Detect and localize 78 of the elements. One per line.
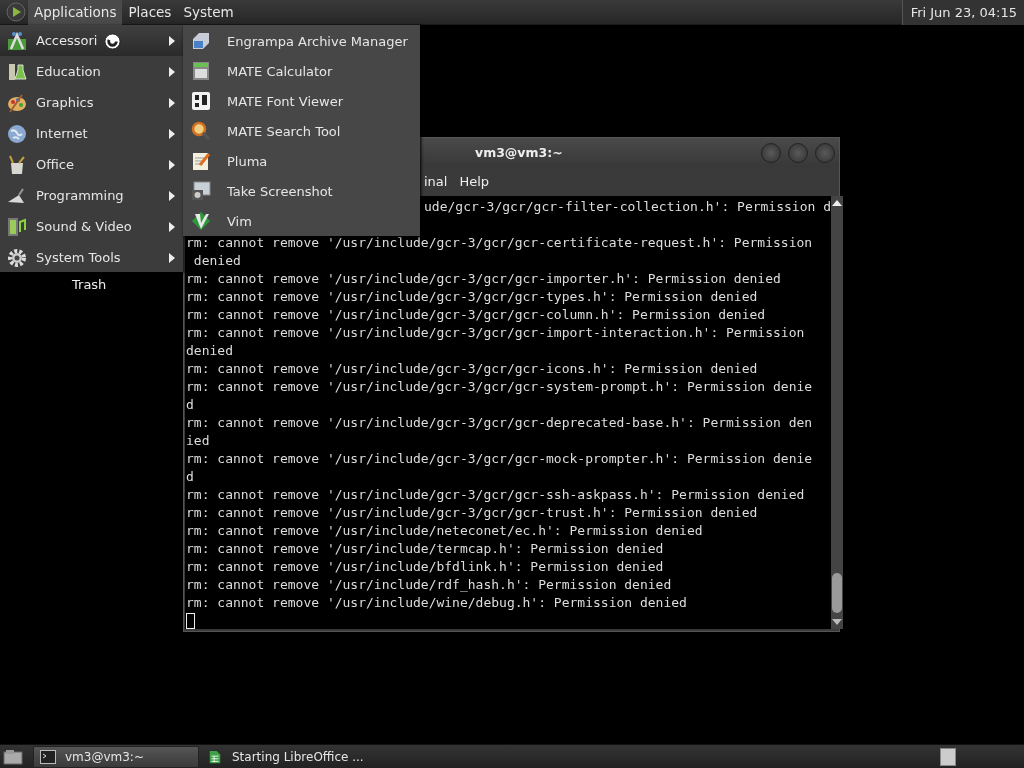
panel-menu[interactable]: Places: [122, 0, 178, 25]
globe-icon: [7, 123, 27, 144]
menu-item[interactable]: Help: [459, 174, 490, 189]
terminal-line: rm: cannot remove '/usr/include/neteconet/ec.h': Permission denied: [186, 522, 703, 540]
busy-cursor-icon: [104, 33, 121, 50]
terminal-line: d: [186, 468, 194, 486]
menu-item[interactable]: Programming: [0, 180, 183, 211]
palette-icon: [7, 92, 27, 113]
diamond-icon: [191, 211, 211, 231]
terminal-line: rm: cannot remove '/usr/include/gcr-3/gcr/gcr-system-prompt.h': Permission denie: [186, 378, 813, 396]
menu-item[interactable]: MATE Search Tool: [183, 116, 420, 146]
desktop-icon-label[interactable]: Trash: [72, 277, 107, 292]
menu-item[interactable]: Graphics: [0, 87, 183, 118]
submenu-arrow-icon: [169, 35, 175, 46]
terminal-line: rm: cannot remove '/usr/include/gcr-3/gcr/gcr-types.h': Permission denied: [186, 288, 758, 306]
terminal-line: rm: cannot remove '/usr/include/gcr-3/gcr/gcr-import-interaction.h': Permission: [186, 324, 805, 342]
terminal-line: denied: [192, 252, 241, 270]
terminal-line: rm: cannot remove '/usr/include/gcr-3/gcr/gcr-importer.h': Permission denied: [186, 270, 781, 288]
film-icon: [7, 216, 27, 237]
terminal-line: denied: [186, 342, 233, 360]
panel-menu[interactable]: System: [177, 0, 240, 25]
text-cursor: [186, 613, 195, 629]
submenu-arrow-icon: [169, 97, 175, 108]
calculator-icon: [191, 61, 211, 81]
taskbar-button[interactable]: Starting LibreOffice ...: [201, 745, 370, 768]
menu-item[interactable]: Take Screenshot: [183, 176, 420, 206]
submenu-arrow-icon: [169, 252, 175, 263]
window-title: vm3@vm3:~: [475, 145, 563, 160]
terminal-line: rm: cannot remove '/usr/include/bfdlink.h': Permission denied: [186, 558, 664, 576]
terminal-icon: [40, 749, 56, 764]
scroll-thumb[interactable]: [832, 573, 842, 613]
flask-icon: [7, 61, 27, 82]
cabinet-icon: [191, 31, 211, 51]
taskbar-button[interactable]: vm3@vm3:~: [33, 745, 199, 768]
terminal-line: rm: cannot remove '/usr/include/gcr-3/gcr/gcr-ssh-askpass.h': Permission denied: [186, 486, 805, 504]
scroll-down-icon[interactable]: [832, 619, 842, 625]
menu-item[interactable]: Education: [0, 56, 183, 87]
menu-item[interactable]: Office: [0, 149, 183, 180]
terminal-line: rm: cannot remove '/usr/include/gcr-3/gcr/gcr-icons.h': Permission denied: [186, 360, 758, 378]
terminal-line: rm: cannot remove '/usr/include/gcr-3/gcr/gcr-column.h': Permission denied: [186, 306, 766, 324]
scrollbar[interactable]: [831, 196, 843, 629]
menu-item[interactable]: Vim: [183, 206, 420, 236]
workspace-switcher[interactable]: [940, 747, 956, 766]
menu-item[interactable]: MATE Font Viewer: [183, 86, 420, 116]
terminal-line: ied: [186, 432, 210, 450]
submenu-arrow-icon: [169, 66, 175, 77]
menu-item[interactable]: Accessori: [0, 25, 183, 56]
terminal-line: rm: cannot remove '/usr/include/gcr-3/gcr/gcr-mock-prompter.h': Permission denie: [186, 450, 813, 468]
submenu-arrow-icon: [169, 190, 175, 201]
submenu-arrow-icon: [169, 159, 175, 170]
tools-icon: [7, 30, 27, 51]
terminal-line: ude/gcr-3/gcr/gcr-filter-collection.h': Permission d: [424, 198, 831, 216]
panel-menu[interactable]: Applications: [28, 0, 123, 25]
font-icon: [191, 91, 211, 111]
clock[interactable]: Fri Jun 23, 04:15: [901, 0, 1024, 25]
submenu-arrow-icon: [169, 221, 175, 232]
notepad-icon: [191, 151, 211, 171]
terminal-line: rm: cannot remove '/usr/include/gcr-3/gcr/gcr-deprecated-base.h': Permission den: [186, 414, 813, 432]
submenu-arrow-icon: [169, 128, 175, 139]
menu-item[interactable]: Internet: [0, 118, 183, 149]
camera-icon: [191, 181, 211, 201]
menu-item[interactable]: MATE Calculator: [183, 56, 420, 86]
gear-icon: [7, 247, 27, 268]
scroll-up-icon[interactable]: [832, 200, 842, 206]
terminal-line: rm: cannot remove '/usr/include/wine/debug.h': Permission denied: [186, 594, 687, 612]
spreadsheet-icon: [207, 749, 223, 764]
terminal-line: rm: cannot remove '/usr/include/gcr-3/gcr/gcr-trust.h': Permission denied: [186, 504, 758, 522]
cup-icon: [7, 154, 27, 175]
menu-item[interactable]: System Tools: [0, 242, 183, 273]
search-icon: [191, 121, 211, 141]
terminal-line: rm: cannot remove '/usr/include/gcr-3/gcr/gcr-certificate-request.h': Permission: [186, 234, 813, 252]
menu-item[interactable]: Pluma: [183, 146, 420, 176]
terminal-line: rm: cannot remove '/usr/include/rdf_hash.h': Permission denied: [186, 576, 672, 594]
terminal-line: rm: cannot remove '/usr/include/termcap.h': Permission denied: [186, 540, 664, 558]
terminal-line: d: [186, 396, 194, 414]
menu-item[interactable]: inal: [424, 174, 448, 189]
menu-item[interactable]: Sound & Video: [0, 211, 183, 242]
menu-item[interactable]: Engrampa Archive Manager: [183, 26, 420, 56]
